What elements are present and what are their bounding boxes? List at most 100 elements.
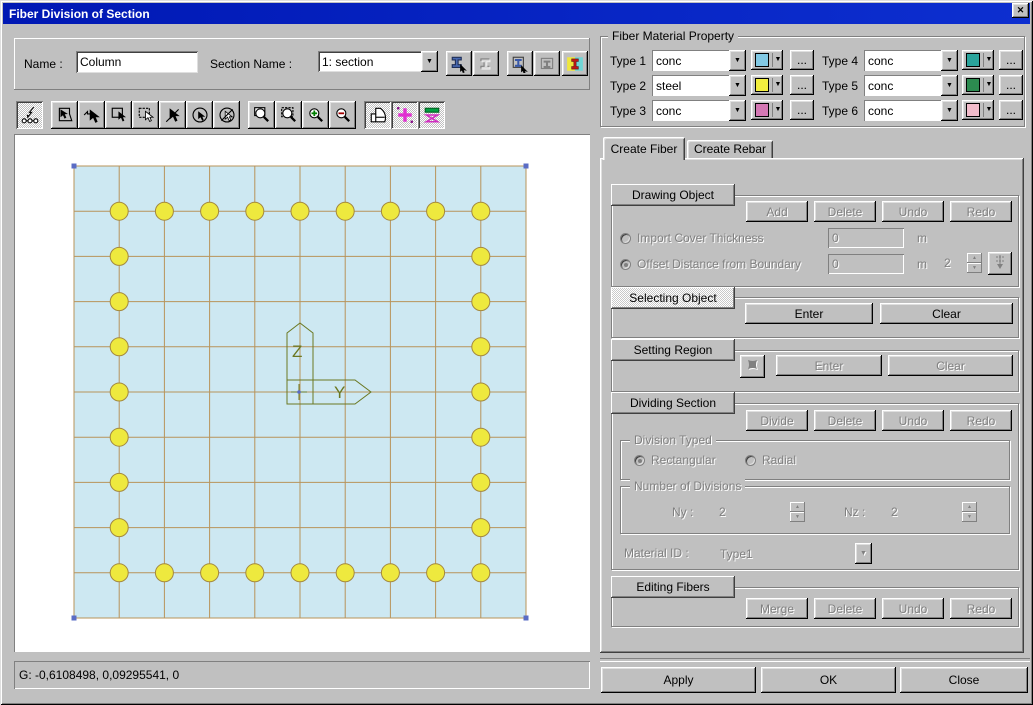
type5-more-button[interactable]: ... (999, 75, 1023, 95)
zoom-out-button[interactable] (329, 101, 356, 129)
selecting-enter-button[interactable]: Enter (745, 303, 873, 324)
pick-select-button[interactable] (78, 101, 105, 129)
chevron-down-icon[interactable]: ▼ (729, 75, 746, 96)
setting-clear-button[interactable]: Clear (888, 355, 1013, 376)
drawing-redo-button[interactable]: Redo (950, 201, 1012, 222)
view-quadrant-button[interactable] (364, 101, 391, 129)
type6-combo[interactable]: conc▼ (864, 100, 958, 121)
chevron-down-icon[interactable]: ▼ (983, 78, 994, 92)
import-section-alt-button[interactable] (473, 51, 499, 76)
offset-count-spinner[interactable]: 2 ▲▼ (941, 253, 982, 273)
dividing-redo-button[interactable]: Redo (950, 410, 1012, 431)
type2-more-button[interactable]: ... (790, 75, 814, 95)
circle-select-button[interactable] (186, 101, 213, 129)
import-cover-input[interactable]: 0 (828, 228, 904, 248)
spinner-up-icon[interactable]: ▲ (967, 253, 982, 263)
chevron-down-icon[interactable]: ▼ (983, 103, 994, 117)
type3-more-button[interactable]: ... (790, 100, 814, 120)
setting-enter-button[interactable]: Enter (776, 355, 882, 376)
type3-combo[interactable]: conc▼ (652, 100, 746, 121)
offset-distance-input[interactable]: 0 (828, 254, 904, 274)
ny-spinner[interactable]: 2 ▲▼ (716, 502, 805, 522)
dividing-delete-button[interactable]: Delete (814, 410, 876, 431)
chevron-down-icon[interactable]: ▼ (983, 53, 994, 67)
title-bar[interactable]: Fiber Division of Section (3, 3, 1030, 24)
close-button[interactable]: ✕ (1012, 3, 1029, 18)
spinner-down-icon[interactable]: ▼ (962, 512, 977, 522)
drawing-delete-button[interactable]: Delete (814, 201, 876, 222)
type5-combo[interactable]: conc▼ (864, 75, 958, 96)
show-fiber-button[interactable] (391, 101, 418, 129)
ok-button[interactable]: OK (761, 667, 896, 693)
type4-combo[interactable]: conc▼ (864, 50, 958, 71)
drawing-undo-button[interactable]: Undo (882, 201, 944, 222)
section-canvas[interactable]: ZY (14, 134, 590, 652)
type4-color-button[interactable]: ▼ (962, 50, 994, 70)
rebar-fiber (472, 428, 490, 446)
spinner-down-icon[interactable]: ▼ (790, 512, 805, 522)
window-select-button[interactable] (105, 101, 132, 129)
tab-create-fiber[interactable]: Create Fiber (603, 137, 685, 160)
import-cover-radio[interactable] (620, 233, 631, 244)
type1-more-button[interactable]: ... (790, 50, 814, 70)
spinner-up-icon[interactable]: ▲ (790, 502, 805, 512)
chevron-down-icon[interactable]: ▼ (421, 51, 438, 72)
zoom-window-button[interactable] (248, 101, 275, 129)
type1-combo[interactable]: conc▼ (652, 50, 746, 71)
dividing-undo-button[interactable]: Undo (882, 410, 944, 431)
type2-combo[interactable]: steel▼ (652, 75, 746, 96)
close-window-button[interactable]: Close (900, 667, 1028, 693)
paste-section-button[interactable] (534, 51, 560, 76)
offset-distance-radio[interactable] (620, 259, 631, 270)
zoom-dynamic-button[interactable] (275, 101, 302, 129)
setting-region-shape-button[interactable] (740, 355, 765, 378)
radial-radio[interactable] (745, 455, 756, 466)
rectangular-radio[interactable] (634, 455, 645, 466)
import-section-button[interactable] (446, 51, 472, 76)
fibers-undo-button[interactable]: Undo (882, 598, 944, 619)
chevron-down-icon[interactable]: ▼ (772, 103, 783, 117)
rebar-fiber (427, 202, 445, 220)
fibers-redo-button[interactable]: Redo (950, 598, 1012, 619)
window-unselect-button[interactable] (132, 101, 159, 129)
type1-color-button[interactable]: ▼ (751, 50, 783, 70)
show-division-button[interactable] (418, 101, 445, 129)
type6-label: Type 6 (822, 104, 858, 118)
copy-section-button[interactable] (507, 51, 533, 76)
deselect-all-button[interactable] (159, 101, 186, 129)
spinner-down-icon[interactable]: ▼ (967, 263, 982, 273)
apply-button[interactable]: Apply (601, 667, 756, 693)
chevron-down-icon[interactable]: ▼ (941, 75, 958, 96)
fibers-delete-button[interactable]: Delete (814, 598, 876, 619)
divide-button[interactable]: Divide (746, 410, 808, 431)
type4-value: conc (864, 50, 941, 71)
offset-direction-button[interactable] (988, 252, 1012, 275)
tab-create-rebar[interactable]: Create Rebar (687, 140, 773, 158)
polygon-select-button[interactable] (51, 101, 78, 129)
type6-more-button[interactable]: ... (999, 100, 1023, 120)
name-input[interactable]: Column (76, 51, 198, 73)
chevron-down-icon[interactable]: ▼ (729, 100, 746, 121)
chevron-down-icon[interactable]: ▼ (772, 78, 783, 92)
drawing-add-button[interactable]: Add (746, 201, 808, 222)
type6-color-button[interactable]: ▼ (962, 100, 994, 120)
chevron-down-icon[interactable]: ▼ (772, 53, 783, 67)
material-id-combo[interactable]: Type1 ▼ (716, 543, 872, 564)
section-property-button[interactable] (562, 51, 588, 76)
nz-spinner[interactable]: 2 ▲▼ (888, 502, 977, 522)
type5-color-button[interactable]: ▼ (962, 75, 994, 95)
spinner-up-icon[interactable]: ▲ (962, 502, 977, 512)
section-name-combo[interactable]: 1: section ▼ (318, 51, 438, 72)
selecting-clear-button[interactable]: Clear (880, 303, 1013, 324)
zoom-in-button[interactable] (302, 101, 329, 129)
circle-unselect-button[interactable] (213, 101, 240, 129)
type4-more-button[interactable]: ... (999, 50, 1023, 70)
chevron-down-icon[interactable]: ▼ (855, 543, 872, 564)
type2-color-button[interactable]: ▼ (751, 75, 783, 95)
chevron-down-icon[interactable]: ▼ (941, 100, 958, 121)
create-fiber-tool-button[interactable] (16, 101, 43, 129)
merge-button[interactable]: Merge (746, 598, 808, 619)
chevron-down-icon[interactable]: ▼ (729, 50, 746, 71)
chevron-down-icon[interactable]: ▼ (941, 50, 958, 71)
type3-color-button[interactable]: ▼ (751, 100, 783, 120)
